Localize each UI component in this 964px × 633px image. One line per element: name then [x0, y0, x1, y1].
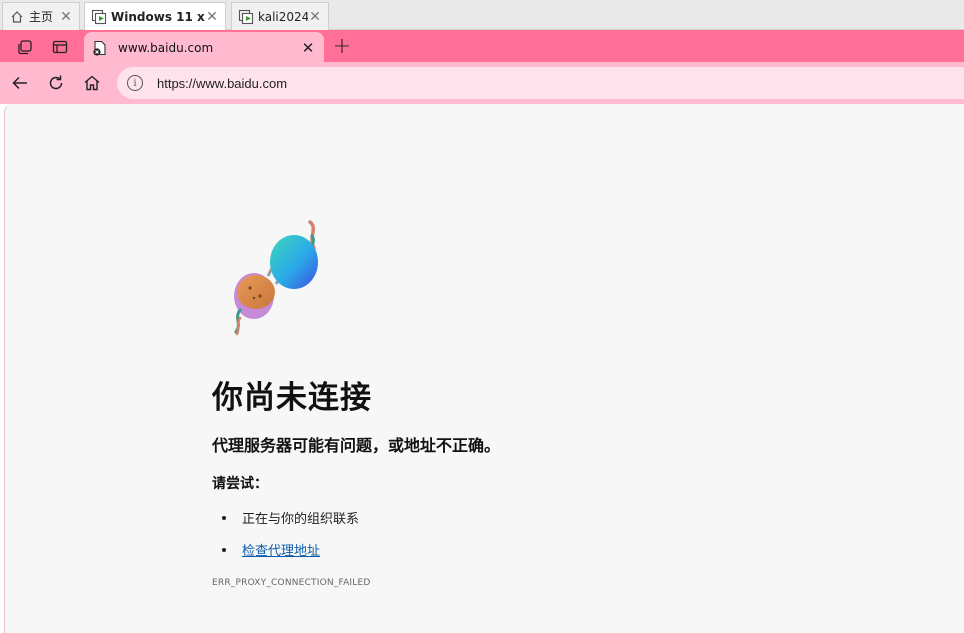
address-bar[interactable]: i https://www.baidu.com: [117, 67, 964, 99]
collections-icon[interactable]: [10, 34, 40, 60]
bullet-icon: [222, 547, 226, 552]
vm-tab-bar: 主页 ✕ Windows 11 x64 ✕ kali2024 ✕: [0, 0, 964, 30]
close-icon[interactable]: ✕: [59, 9, 73, 25]
page-error-icon: [92, 40, 108, 56]
error-page: [4, 104, 964, 633]
bullet-icon: [222, 515, 226, 520]
disconnected-plug-illustration: [234, 220, 318, 336]
browser-tab-active[interactable]: www.baidu.com ✕: [84, 32, 324, 64]
error-headline: 你尚未连接: [212, 380, 372, 416]
suggestion-item: 检查代理地址: [222, 540, 320, 559]
vm-tab-label: Windows 11 x64: [111, 9, 205, 24]
vm-tab-kali2024[interactable]: kali2024 ✕: [231, 2, 329, 30]
vm-running-icon: [91, 9, 107, 25]
back-icon[interactable]: [5, 69, 35, 97]
error-subtitle: 代理服务器可能有问题，或地址不正确。: [212, 436, 501, 455]
close-icon[interactable]: ✕: [205, 9, 219, 25]
browser-tab-title: www.baidu.com: [118, 41, 214, 55]
suggestion-item: 正在与你的组织联系: [222, 508, 359, 527]
refresh-icon[interactable]: [41, 69, 71, 97]
vm-running-icon: [238, 9, 254, 25]
vm-tab-label: kali2024: [258, 9, 308, 24]
browser-toolbar: i https://www.baidu.com: [0, 62, 964, 104]
home-icon: [9, 9, 25, 25]
site-info-icon[interactable]: i: [127, 75, 143, 91]
check-proxy-link[interactable]: 检查代理地址: [242, 540, 320, 559]
new-tab-button[interactable]: +: [330, 34, 354, 59]
home-icon[interactable]: [77, 69, 107, 97]
tab-actions-icon[interactable]: [45, 34, 75, 60]
browser-tab-strip: www.baidu.com ✕ +: [0, 30, 964, 64]
error-code: ERR_PROXY_CONNECTION_FAILED: [212, 578, 371, 588]
suggestion-text: 正在与你的组织联系: [242, 512, 360, 527]
close-icon[interactable]: ✕: [308, 9, 322, 25]
vm-tab-home[interactable]: 主页 ✕: [2, 2, 80, 30]
try-label: 请尝试：: [212, 476, 268, 492]
address-url[interactable]: https://www.baidu.com: [157, 76, 287, 91]
close-tab-icon[interactable]: ✕: [300, 39, 316, 57]
vm-tab-windows11[interactable]: Windows 11 x64 ✕: [84, 2, 226, 30]
vm-tab-label: 主页: [29, 10, 54, 24]
